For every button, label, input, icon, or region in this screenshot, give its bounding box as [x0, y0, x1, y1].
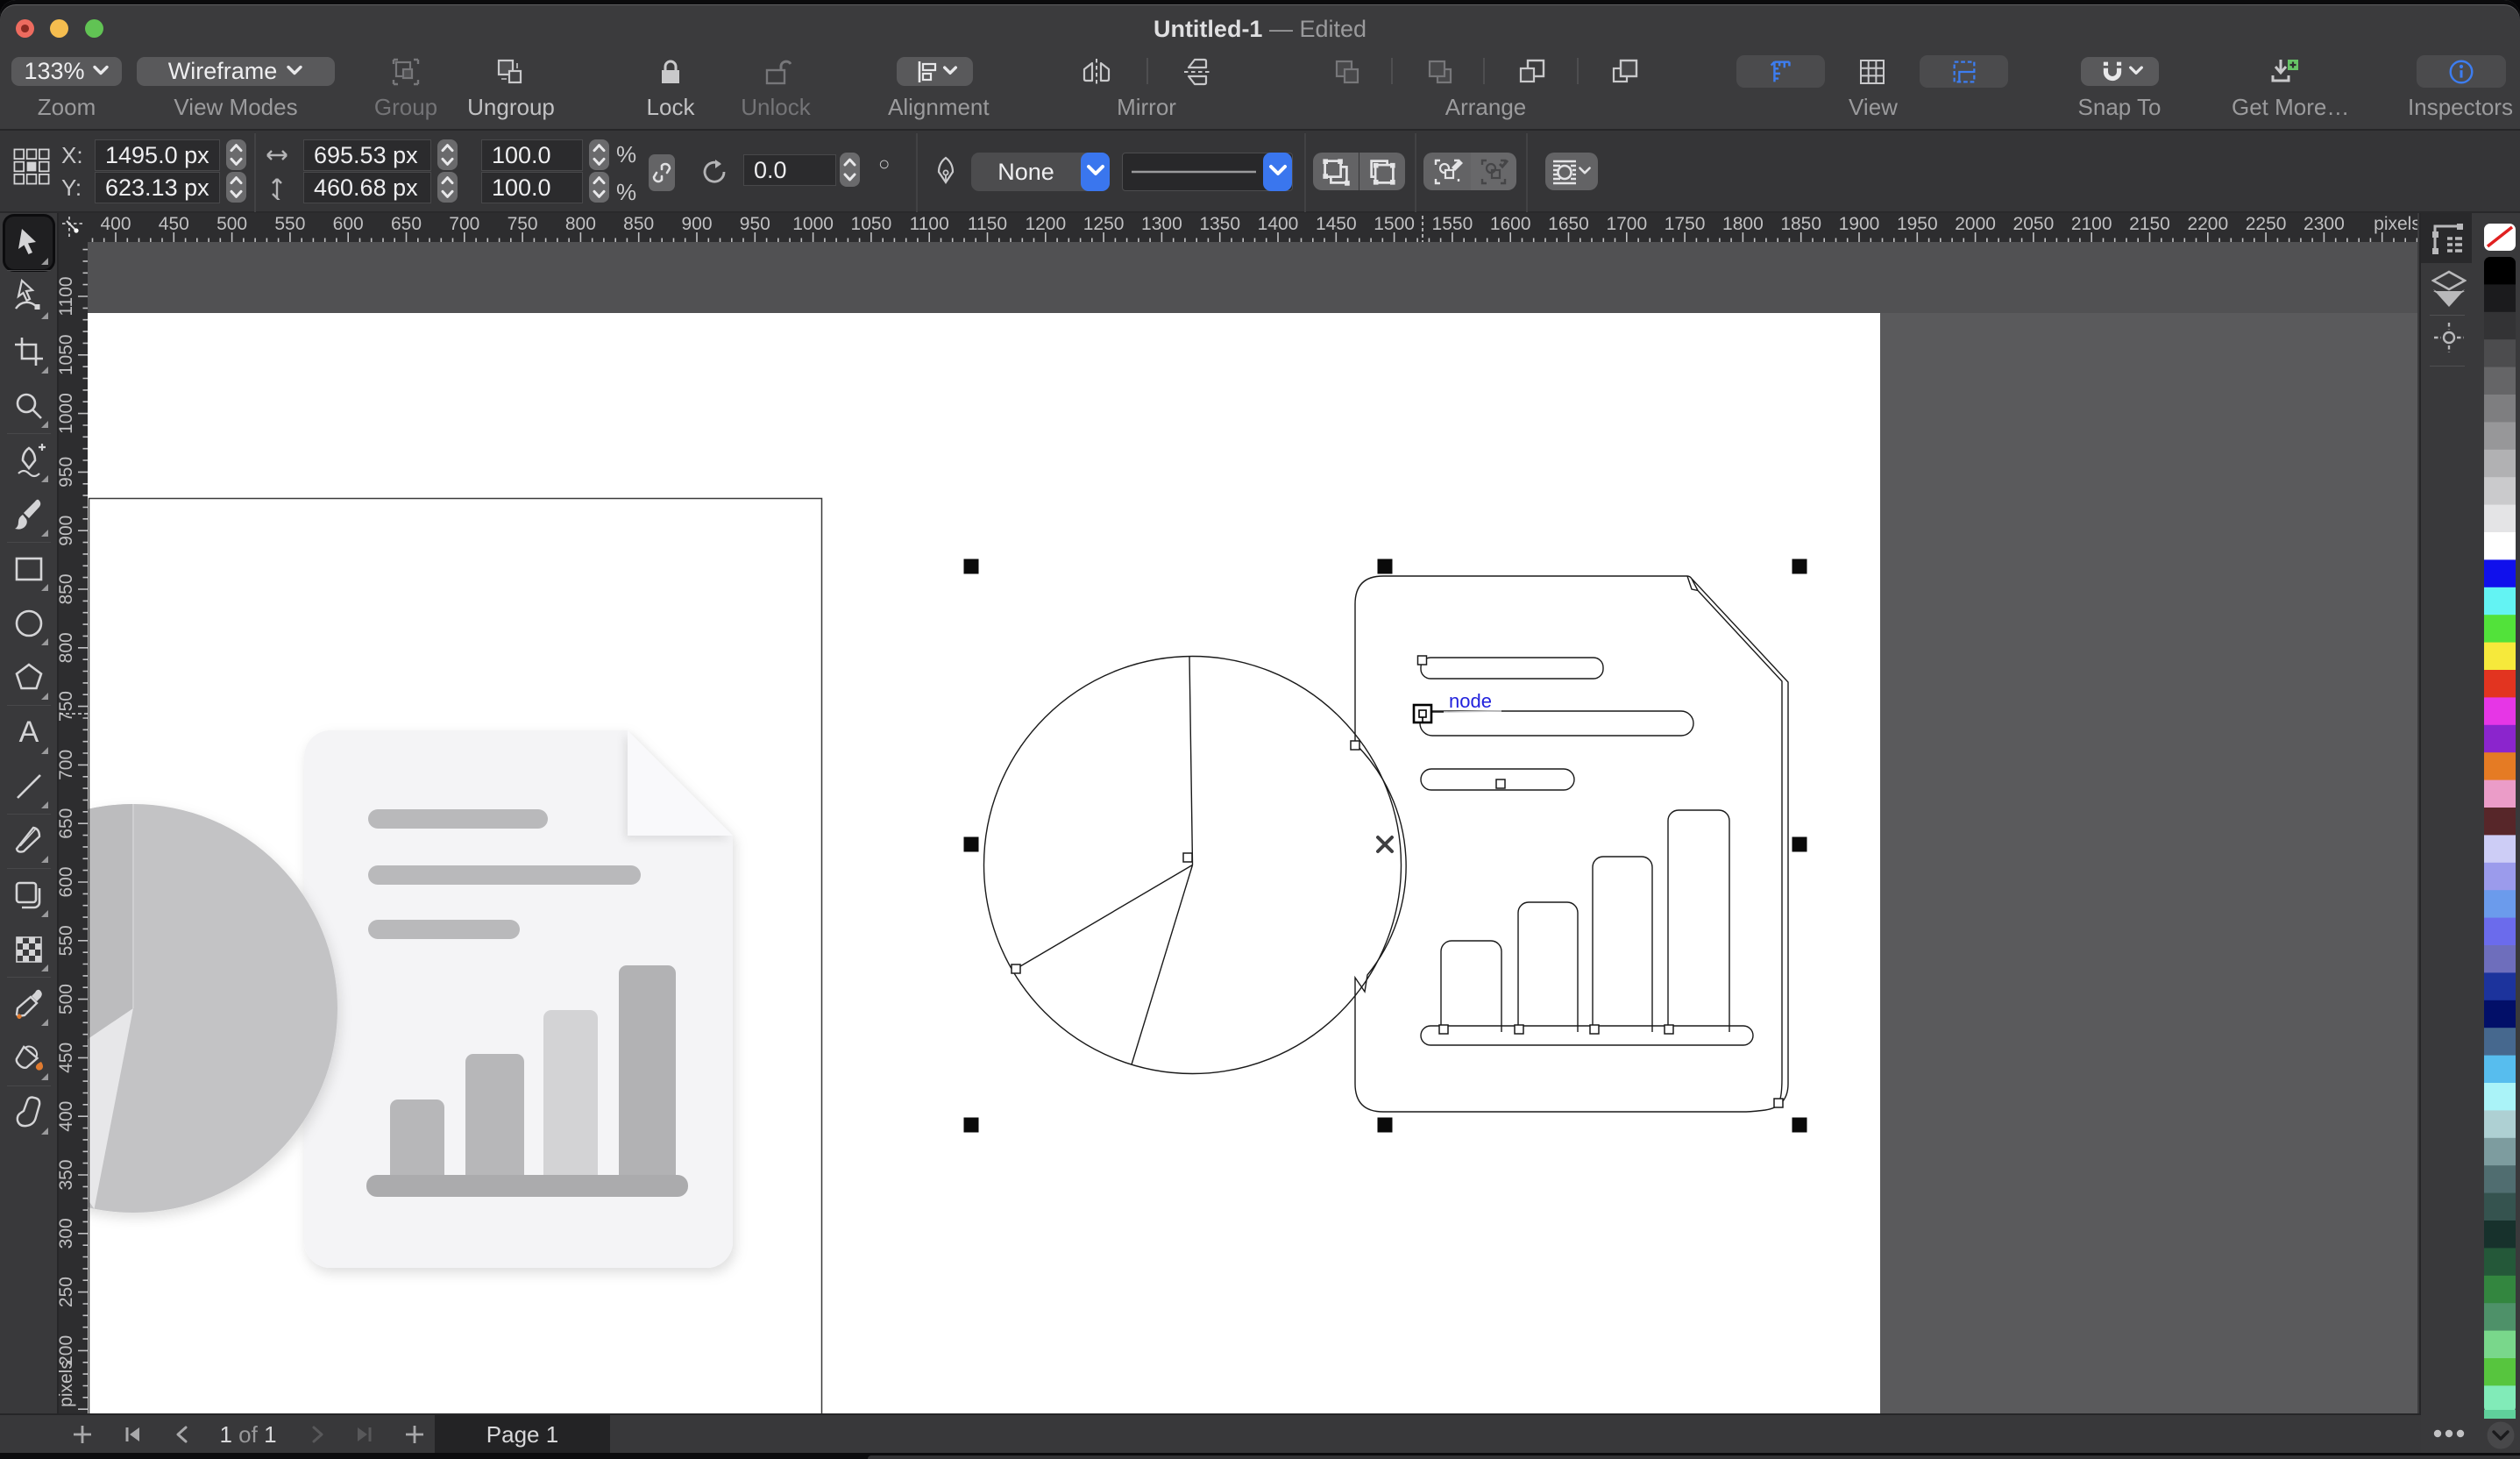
- svg-text:500: 500: [217, 214, 247, 234]
- svg-text:1750: 1750: [1665, 214, 1706, 234]
- svg-text:650: 650: [391, 214, 422, 234]
- svg-text:850: 850: [623, 214, 654, 234]
- svg-text:750: 750: [508, 214, 538, 234]
- svg-text:1900: 1900: [1839, 214, 1880, 234]
- svg-text:900: 900: [681, 214, 712, 234]
- svg-text:1250: 1250: [1083, 214, 1125, 234]
- svg-text:A: A: [19, 715, 39, 749]
- svg-text:1050: 1050: [59, 334, 76, 375]
- svg-text:1000: 1000: [59, 393, 76, 434]
- svg-text:800: 800: [565, 214, 596, 234]
- svg-text:950: 950: [59, 457, 76, 488]
- svg-text:pixels: pixels: [2374, 214, 2417, 234]
- svg-text:700: 700: [449, 214, 479, 234]
- svg-text:600: 600: [333, 214, 364, 234]
- svg-text:250: 250: [59, 1277, 76, 1307]
- svg-text:1700: 1700: [1606, 214, 1647, 234]
- svg-text:450: 450: [159, 214, 189, 234]
- svg-text:400: 400: [59, 1101, 76, 1132]
- svg-text:2200: 2200: [2187, 214, 2228, 234]
- svg-text:300: 300: [59, 1218, 76, 1249]
- svg-text:1300: 1300: [1141, 214, 1182, 234]
- svg-text:2150: 2150: [2129, 214, 2170, 234]
- svg-text:1050: 1050: [851, 214, 892, 234]
- svg-text:900: 900: [59, 516, 76, 546]
- svg-text:2000: 2000: [1955, 214, 1996, 234]
- svg-text:1850: 1850: [1780, 214, 1821, 234]
- svg-text:450: 450: [59, 1043, 76, 1073]
- svg-text:1200: 1200: [1025, 214, 1066, 234]
- svg-text:1400: 1400: [1258, 214, 1299, 234]
- svg-text:1100: 1100: [910, 214, 949, 234]
- svg-text:400: 400: [100, 214, 131, 234]
- svg-text:2100: 2100: [2071, 214, 2112, 234]
- svg-text:800: 800: [59, 632, 76, 663]
- svg-text:700: 700: [59, 750, 76, 780]
- svg-text:2250: 2250: [2246, 214, 2287, 234]
- svg-text:1950: 1950: [1897, 214, 1938, 234]
- svg-text:1800: 1800: [1722, 214, 1764, 234]
- svg-text:750: 750: [59, 691, 76, 722]
- svg-text:2300: 2300: [2303, 214, 2345, 234]
- svg-text:1650: 1650: [1548, 214, 1589, 234]
- svg-text:1350: 1350: [1199, 214, 1240, 234]
- svg-text:1600: 1600: [1490, 214, 1531, 234]
- svg-text:850: 850: [59, 573, 76, 604]
- svg-text:650: 650: [59, 808, 76, 839]
- svg-text:1550: 1550: [1432, 214, 1473, 234]
- svg-text:1150: 1150: [968, 214, 1007, 234]
- svg-text:1000: 1000: [792, 214, 834, 234]
- svg-text:950: 950: [740, 214, 770, 234]
- svg-text:1450: 1450: [1316, 214, 1357, 234]
- svg-text:pixels: pixels: [59, 1360, 76, 1407]
- svg-text:2050: 2050: [2013, 214, 2055, 234]
- svg-text:350: 350: [59, 1159, 76, 1190]
- svg-text:550: 550: [274, 214, 305, 234]
- svg-text:550: 550: [59, 925, 76, 956]
- svg-text:1100: 1100: [59, 276, 76, 316]
- svg-text:600: 600: [59, 866, 76, 897]
- svg-text:1500: 1500: [1374, 214, 1415, 234]
- svg-text:500: 500: [59, 984, 76, 1014]
- svg-text:node: node: [1449, 690, 1492, 712]
